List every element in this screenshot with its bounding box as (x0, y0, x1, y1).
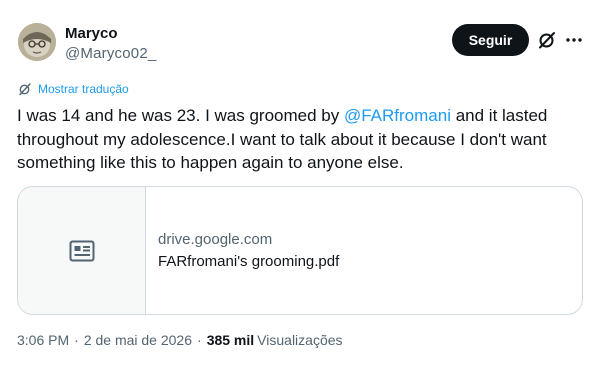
avatar[interactable] (18, 23, 56, 61)
translate-label: Mostrar tradução (38, 82, 129, 96)
follow-button[interactable]: Seguir (452, 24, 529, 56)
tweet-text: I was 14 and he was 23. I was groomed by… (17, 104, 587, 175)
document-icon (69, 240, 94, 261)
views-count: 385 mil (206, 332, 255, 348)
meta-separator: · (197, 332, 202, 348)
translate-link[interactable]: Mostrar tradução (18, 82, 129, 96)
author-name[interactable]: Maryco (65, 25, 118, 42)
grok-icon[interactable] (537, 30, 557, 50)
card-title: FARfromani's grooming.pdf (158, 253, 340, 270)
tweet-date[interactable]: 2 de mai de 2026 (84, 332, 192, 348)
card-thumbnail (18, 187, 146, 314)
avatar-image (18, 23, 56, 61)
meta-separator: · (74, 332, 79, 348)
more-icon[interactable] (565, 30, 583, 50)
tweet-meta: 3:06 PM · 2 de mai de 2026 · 385 mil Vis… (17, 332, 343, 348)
link-card[interactable]: drive.google.com FARfromani's grooming.p… (17, 186, 583, 315)
views-label: Visualizações (257, 332, 343, 348)
tweet-text-before: I was 14 and he was 23. I was groomed by (17, 106, 344, 125)
card-domain: drive.google.com (158, 231, 273, 248)
translate-icon (19, 83, 31, 96)
tweet-time[interactable]: 3:06 PM (17, 332, 69, 348)
author-handle[interactable]: @Maryco02_ (65, 45, 156, 62)
mention-link[interactable]: @FARfromani (344, 106, 451, 125)
